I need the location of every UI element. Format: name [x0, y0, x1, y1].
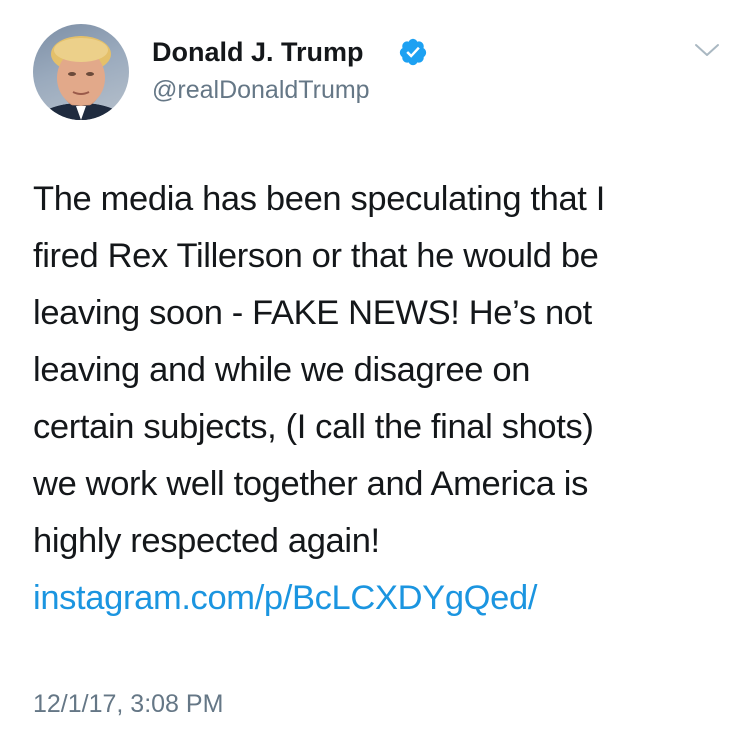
- verified-badge-icon: [399, 38, 427, 66]
- tweet-text-line: highly respected again!: [33, 522, 380, 560]
- tweet-text: The media has been speculating that I fi…: [33, 171, 723, 627]
- tweet-text-line: leaving and while we disagree on: [33, 351, 531, 389]
- tweet-text-line: we work well together and America is: [33, 465, 588, 503]
- author-name[interactable]: Donald J. Trump: [152, 37, 364, 68]
- author-handle[interactable]: @realDonaldTrump: [152, 76, 370, 105]
- tweet-timestamp[interactable]: 12/1/17, 3:08 PM: [33, 690, 223, 719]
- tweet-link[interactable]: instagram.com/p/BcLCXDYgQed/: [33, 570, 723, 627]
- avatar[interactable]: [33, 24, 129, 120]
- tweet-text-line: certain subjects, (I call the final shot…: [33, 408, 594, 446]
- tweet-text-line: fired Rex Tillerson or that he would be: [33, 237, 599, 275]
- tweet-text-line: leaving soon - FAKE NEWS! He’s not: [33, 294, 592, 332]
- avatar-image: [41, 36, 121, 120]
- chevron-down-icon[interactable]: [693, 40, 721, 60]
- tweet-text-line: The media has been speculating that I: [33, 180, 606, 218]
- tweet-card: Donald J. Trump @realDonaldTrump The med…: [0, 0, 735, 741]
